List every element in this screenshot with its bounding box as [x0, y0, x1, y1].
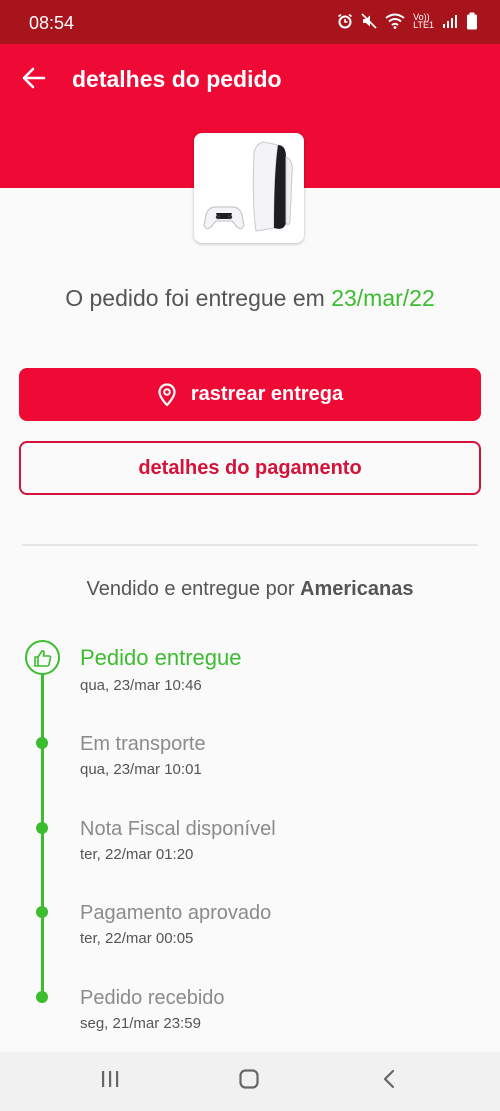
wifi-icon [385, 13, 405, 29]
timeline-track [41, 674, 44, 998]
timeline-step-title: Em transporte [80, 733, 206, 755]
status-time: 08:54 [29, 13, 75, 33]
home-button[interactable] [238, 1068, 260, 1095]
timeline-step-title: Pedido entregue [80, 645, 242, 670]
recents-button[interactable] [99, 1068, 121, 1095]
alarm-icon [338, 13, 353, 29]
payment-details-button[interactable]: detalhes do pagamento [19, 441, 481, 495]
back-arrow-icon [22, 67, 46, 89]
timeline-step-title: Pedido recebido [80, 987, 225, 1009]
status-icons: Vo)) LTE1 [337, 12, 478, 30]
timeline-step-date: seg, 21/mar 23:59 [80, 1015, 201, 1032]
back-button[interactable] [20, 64, 48, 92]
delivery-prefix: O pedido foi entregue em [65, 285, 325, 311]
track-delivery-label: rastrear entrega [190, 383, 344, 405]
location-pin-icon [158, 382, 176, 406]
status-bar: 08:54 Vo)) LTE1 [0, 0, 500, 44]
seller-name: Americanas [300, 578, 414, 600]
thumbs-up-icon [33, 649, 51, 667]
lte-label: LTE1 [413, 20, 434, 30]
timeline-step-date: ter, 22/mar 01:20 [80, 846, 194, 863]
timeline-dot [36, 906, 48, 918]
mute-icon [361, 13, 377, 29]
battery-icon [467, 12, 477, 30]
timeline-step-title: Nota Fiscal disponível [80, 818, 276, 840]
console-icon [203, 141, 293, 232]
system-nav-bar [0, 1052, 500, 1111]
divider [22, 544, 478, 546]
timeline-step-date: qua, 23/mar 10:01 [80, 761, 202, 778]
timeline-step-title: Pagamento aprovado [80, 902, 272, 924]
timeline-current-marker [25, 640, 60, 675]
timeline-dot [36, 991, 48, 1003]
recents-icon [102, 1071, 119, 1087]
timeline-dot [36, 737, 48, 749]
product-image[interactable] [194, 133, 304, 243]
payment-details-label: detalhes do pagamento [138, 456, 362, 479]
track-delivery-button[interactable]: rastrear entrega [19, 368, 481, 421]
timeline-step-date: qua, 23/mar 10:46 [80, 677, 202, 694]
home-icon [239, 1069, 259, 1089]
timeline-dot [36, 822, 48, 834]
nav-back-icon [383, 1069, 395, 1089]
delivery-date: 23/mar/22 [331, 285, 435, 311]
seller-prefix: Vendido e entregue por [86, 578, 295, 600]
nav-back-button[interactable] [379, 1068, 401, 1095]
signal-icon [443, 15, 457, 28]
delivery-status: O pedido foi entregue em 23/mar/22 [0, 285, 500, 312]
seller-info: Vendido e entregue por Americanas [0, 578, 500, 601]
page-title: detalhes do pedido [72, 66, 282, 92]
timeline-step-date: ter, 22/mar 00:05 [80, 930, 194, 947]
